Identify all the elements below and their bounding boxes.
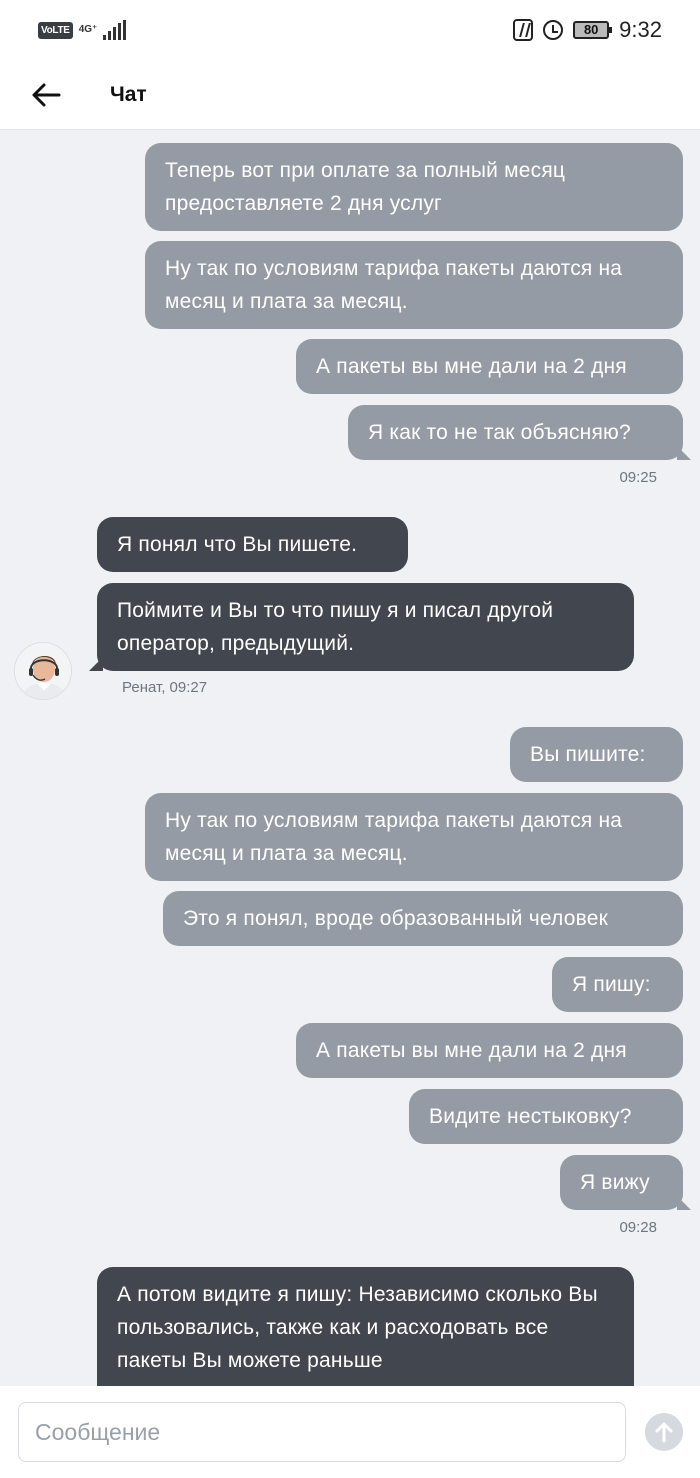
send-button[interactable]: [645, 1413, 683, 1451]
message-bubble-incoming: А потом видите я пишу: Независимо скольк…: [97, 1267, 634, 1386]
message-bubble-outgoing: Ну так по условиям тарифа пакеты даются …: [145, 241, 683, 329]
message-sender-timestamp: Ренат, 09:27: [122, 679, 208, 696]
back-button[interactable]: [0, 60, 92, 130]
message-bubble-incoming: Поймите и Вы то что пишу я и писал друго…: [89, 583, 634, 671]
message-bubble-outgoing: Я вижу: [560, 1155, 691, 1210]
alarm-icon: [543, 20, 564, 40]
message-timestamp: 09:25: [619, 469, 657, 486]
message-input[interactable]: [18, 1402, 626, 1462]
status-right: 80 9:32: [513, 17, 662, 43]
status-left: VoLTE 4G⁺: [38, 20, 127, 40]
volte-indicator: VoLTE: [38, 21, 73, 39]
message-bubble-outgoing: Теперь вот при оплате за полный месяц пр…: [145, 143, 683, 231]
message-bubble-outgoing: Видите нестыковку?: [409, 1089, 683, 1144]
message-bubble-outgoing: Вы пишите:: [510, 727, 683, 782]
message-bubble-outgoing: А пакеты вы мне дали на 2 дня: [296, 339, 683, 394]
message-bubble-incoming: Я понял что Вы пишете.: [97, 517, 408, 572]
status-time: 9:32: [619, 17, 662, 42]
network-type: 4G⁺: [78, 24, 98, 35]
message-bubble-outgoing: Ну так по условиям тарифа пакеты даются …: [145, 793, 683, 881]
message-bubble-outgoing: Я пишу:: [552, 957, 683, 1012]
message-bubble-outgoing: Это я понял, вроде образованный человек: [163, 891, 683, 946]
arrow-up-icon: [655, 1422, 673, 1443]
operator-avatar[interactable]: [14, 642, 72, 700]
chat-header: Чат: [0, 60, 700, 130]
page-title: Чат: [110, 82, 147, 106]
arrow-left-icon: [32, 83, 61, 106]
message-composer: [0, 1386, 700, 1478]
message-bubble-outgoing: А пакеты вы мне дали на 2 дня: [296, 1023, 683, 1078]
battery-indicator: 80: [573, 21, 613, 39]
message-bubble-outgoing: Я как то не так объясняю?: [348, 405, 691, 460]
status-bar: VoLTE 4G⁺ 80 9:32: [0, 0, 700, 60]
operator-avatar-icon: [15, 643, 71, 699]
message-timestamp: 09:28: [619, 1219, 657, 1236]
signal-icon: [103, 20, 127, 40]
nfc-icon: [513, 19, 534, 41]
message-list[interactable]: Теперь вот при оплате за полный месяц пр…: [0, 130, 700, 1386]
